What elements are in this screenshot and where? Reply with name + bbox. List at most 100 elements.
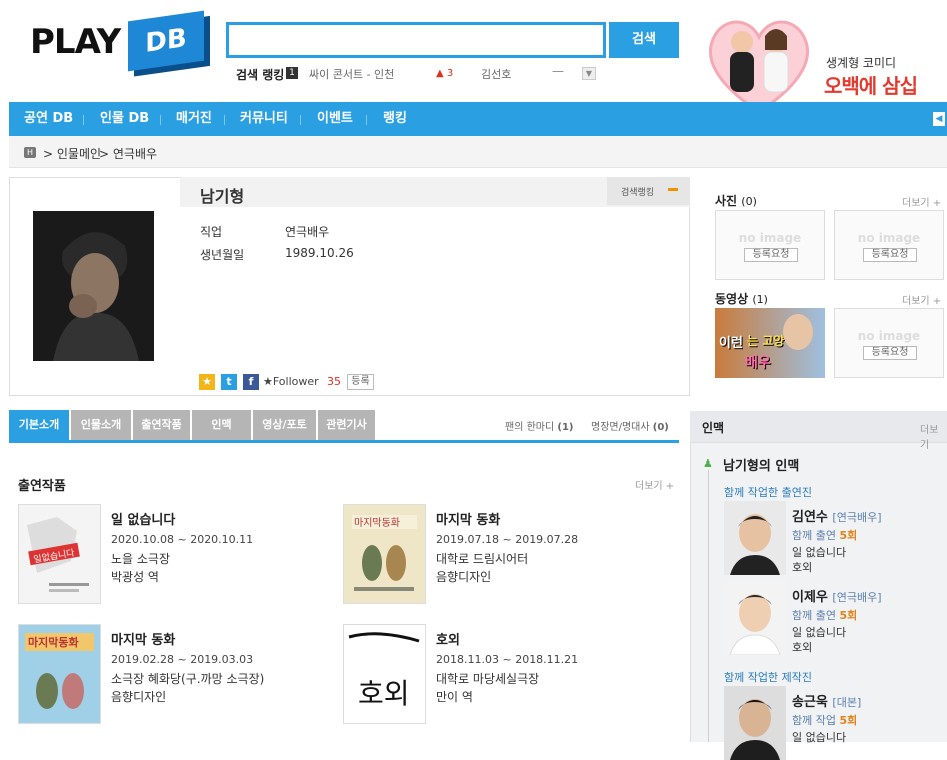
network-title: 인맥 [702,421,725,435]
person-work-1: 일 없습니다 [792,626,847,639]
poster-text: 마지막동화 [28,635,79,649]
nav-separator [300,115,301,125]
home-icon[interactable]: H [24,147,36,158]
request-video-button[interactable]: 등록요청 [863,346,917,360]
search-input[interactable] [226,22,606,58]
work-venue: 대학로 드림시어터 [436,552,529,566]
tab-fan-comments[interactable]: 팬의 한마디 (1) [505,418,573,433]
works-more-link[interactable]: 더보기 + [635,477,674,492]
work-venue: 대학로 마당세실극장 [436,672,540,686]
nav-event[interactable]: 이벤트 [317,102,353,136]
photo-title-text: 사진 [715,194,738,208]
nav-separator [83,115,84,125]
person-name-text: 송근욱 [792,695,828,710]
quote-count: (0) [652,422,669,433]
tab-quotes[interactable]: 명장면/명대사 (0) [591,418,669,433]
birth-label: 생년월일 [200,248,245,262]
birth-value: 1989.10.26 [285,246,354,260]
network-panel-header [690,411,947,443]
person-name: 남기형 [200,187,245,206]
work-role: 음향디자인 [436,570,492,584]
work-item[interactable]: 마지막동화 마지막 동화 2019.02.28 ~ 2019.03.03 소극장… [18,624,318,734]
relation-count: 5회 [839,609,858,622]
tab-network[interactable]: 인맥 [192,410,251,440]
banner-subtitle: 생계형 코미디 [826,56,897,70]
quote-label: 명장면/명대사 [591,422,650,433]
person-category: [대본] [832,696,862,709]
network-person[interactable]: 송근욱 [대본] 함께 작업 5회 일 없습니다 [724,686,944,760]
request-photo-button[interactable]: 등록요청 [863,248,917,262]
photo-more-link[interactable]: 더보기 + [902,194,941,209]
tab-basic-intro[interactable]: 기본소개 [9,410,69,440]
fan-count: (1) [557,422,574,433]
work-title[interactable]: 마지막 동화 [111,629,175,648]
person-photo[interactable] [724,501,786,575]
playdb-logo[interactable]: PLAY DB [30,10,210,72]
chevron-left-icon[interactable]: ◀ [933,112,945,126]
nav-magazine[interactable]: 매거진 [176,102,212,136]
video-caption-3: 배우 [745,355,771,371]
person-name[interactable]: 김연수 [연극배우] [792,506,882,525]
work-poster[interactable]: 일없습니다 [18,504,101,604]
work-poster[interactable]: 마지막동화 [18,624,101,724]
video-thumbnail[interactable]: 이런 는 고양이 배우 [715,308,825,378]
nav-people-db[interactable]: 인물 DB [100,102,149,136]
rank-item2-link[interactable]: 김선호 [481,66,511,82]
breadcrumb-stage-actor[interactable]: > 연극배우 [99,145,157,162]
tree-line [708,470,709,742]
work-title[interactable]: 호외 [436,629,460,648]
nav-separator [224,115,225,125]
work-item[interactable]: 마지막동화 마지막 동화 2019.07.18 ~ 2019.07.28 대학로… [343,504,643,614]
work-item[interactable]: 호외 호외 2018.11.03 ~ 2018.11.21 대학로 마당세실극장… [343,624,643,734]
person-name-text: 김연수 [792,510,828,525]
video-title-text: 동영상 [715,292,749,306]
work-venue: 노을 소극장 [111,552,171,566]
rank-item-link[interactable]: 싸이 콘서트 - 인천 [309,66,394,82]
network-person[interactable]: 이제우 [연극배우] 함께 출연 5회 일 없습니다 호외 [724,581,944,655]
tab-video-photo[interactable]: 영상/포토 [253,410,316,440]
search-button[interactable]: 검색 [609,22,679,58]
nav-performance-db[interactable]: 공연 DB [24,102,73,136]
rank-change-dash: — [552,64,564,78]
work-date: 2020.10.08 ~ 2020.10.11 [111,533,254,546]
favorite-star-icon[interactable]: ★ [199,374,215,390]
person-name-text: 이제우 [792,590,828,605]
rank-change: ▲ 3 [436,68,454,79]
chevron-down-icon[interactable]: ▼ [582,67,596,80]
photo-placeholder-1: no image 등록요청 [715,210,825,280]
work-date: 2018.11.03 ~ 2018.11.21 [436,653,579,666]
breadcrumb-people-main[interactable]: > 인물메인 [43,145,101,162]
work-date: 2019.07.18 ~ 2019.07.28 [436,533,579,546]
profile-photo [33,211,154,361]
tab-works[interactable]: 출연작품 [133,410,190,440]
job-label: 직업 [200,225,223,239]
follow-register-button[interactable]: 등록 [347,374,374,390]
person-photo[interactable] [724,581,786,655]
main-nav: 공연 DB 인물 DB 매거진 커뮤니티 이벤트 랭킹 ◀ [9,102,947,136]
person-photo[interactable] [724,686,786,760]
follower-count: 35 [327,375,341,388]
work-title[interactable]: 일 없습니다 [111,509,175,528]
photo-placeholder-2: no image 등록요청 [834,210,944,280]
work-item[interactable]: 일없습니다 일 없습니다 2020.10.08 ~ 2020.10.11 노을 … [18,504,318,614]
tab-person-intro[interactable]: 인물소개 [71,410,131,440]
person-name[interactable]: 이제우 [연극배우] [792,586,882,605]
tab-articles[interactable]: 관련기사 [318,410,375,440]
search-rank-label: 검색 랭킹 [236,68,285,82]
person-name[interactable]: 송근욱 [대본] [792,691,861,710]
nav-community[interactable]: 커뮤니티 [240,102,288,136]
network-heading: 남기형의 인맥 [723,459,800,474]
relation-count: 5회 [839,714,858,727]
work-poster[interactable]: 마지막동화 [343,504,426,604]
video-more-link[interactable]: 더보기 + [902,292,941,307]
request-photo-button[interactable]: 등록요청 [744,248,798,262]
twitter-icon[interactable]: t [221,374,237,390]
facebook-icon[interactable]: f [243,374,259,390]
work-title[interactable]: 마지막 동화 [436,509,500,528]
work-date: 2019.02.28 ~ 2019.03.03 [111,653,254,666]
person-work-1: 일 없습니다 [792,731,847,744]
nav-ranking[interactable]: 랭킹 [383,102,407,136]
work-poster[interactable]: 호외 [343,624,426,724]
network-person[interactable]: 김연수 [연극배우] 함께 출연 5회 일 없습니다 호외 [724,501,944,575]
network-more-link[interactable]: 더보기 [920,421,947,451]
